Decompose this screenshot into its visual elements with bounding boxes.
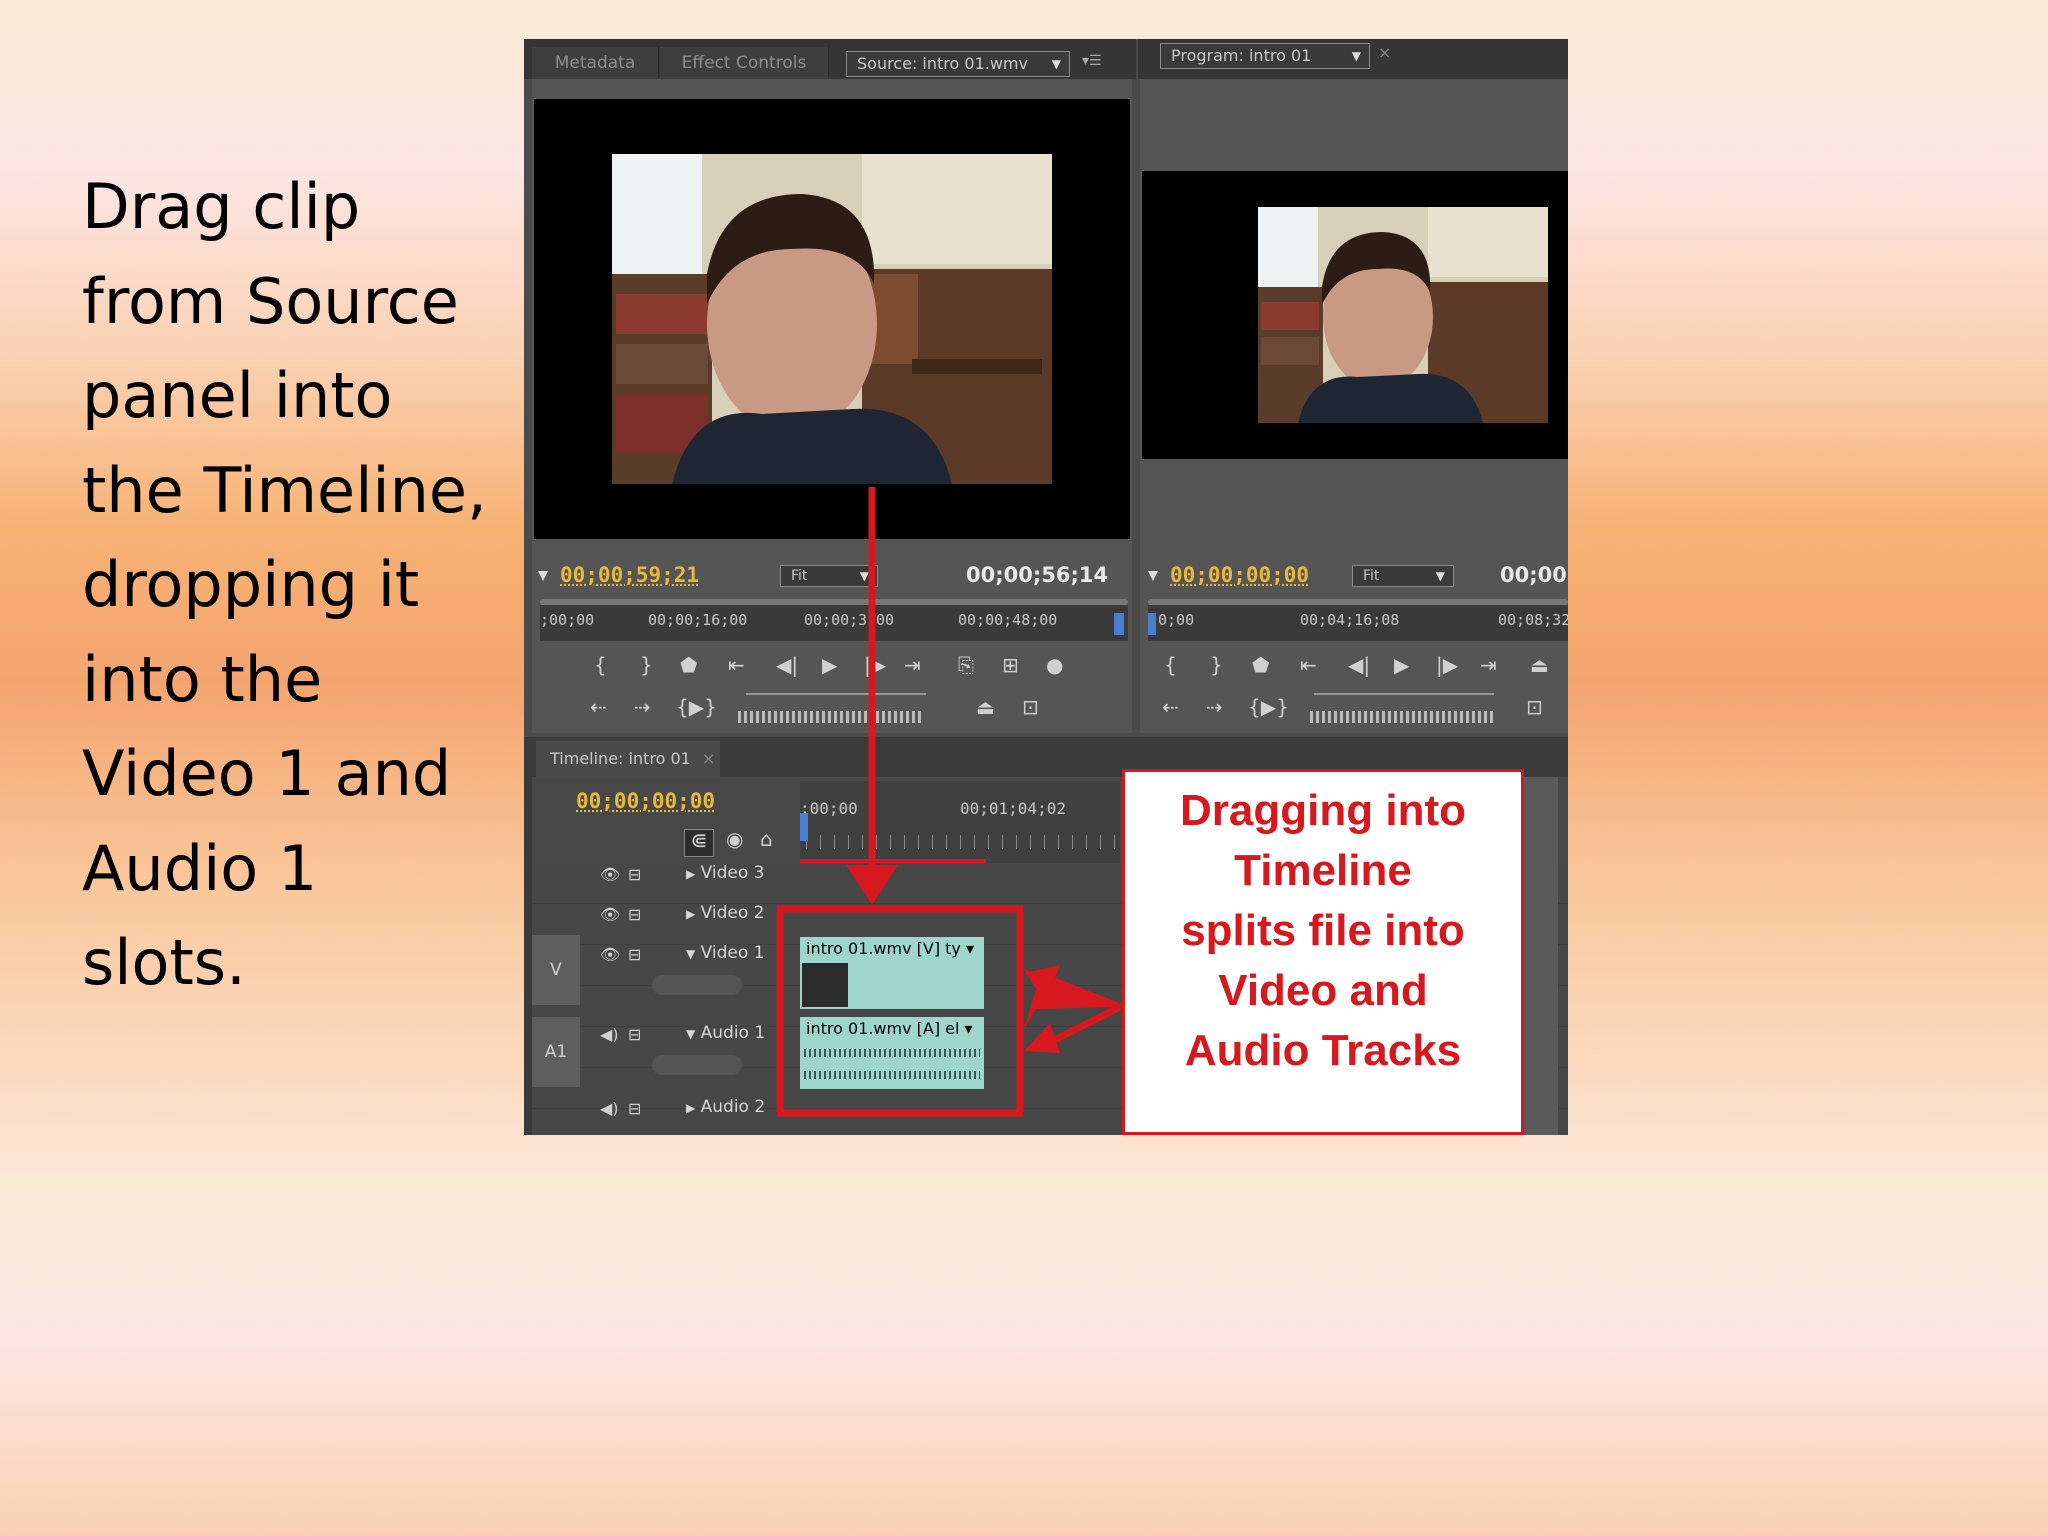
caption-line: the Timeline,	[82, 453, 487, 527]
slide-caption: Drag clip from Source panel into the Tim…	[82, 160, 512, 1011]
callout-text: Dragging into Timeline splits file into …	[1122, 781, 1524, 1081]
callout-line: Audio Tracks	[1184, 1026, 1462, 1075]
callout-line: splits file into	[1181, 906, 1465, 955]
callout-line: Dragging into	[1180, 786, 1466, 835]
callout-line: Timeline	[1234, 846, 1412, 895]
caption-line: panel into	[82, 359, 393, 432]
caption-line: dropping it	[82, 548, 420, 621]
caption-line: from Source	[82, 264, 459, 338]
caption-line: into the	[82, 642, 323, 716]
caption-line: slots.	[82, 926, 246, 999]
caption-line: Video 1 and	[82, 737, 452, 810]
caption-line: Drag clip	[82, 170, 361, 243]
caption-line: Audio 1	[82, 831, 318, 905]
premiere-screenshot: Metadata Effect Controls Source: intro 0…	[524, 39, 1568, 1135]
callout-line: Video and	[1218, 966, 1428, 1015]
